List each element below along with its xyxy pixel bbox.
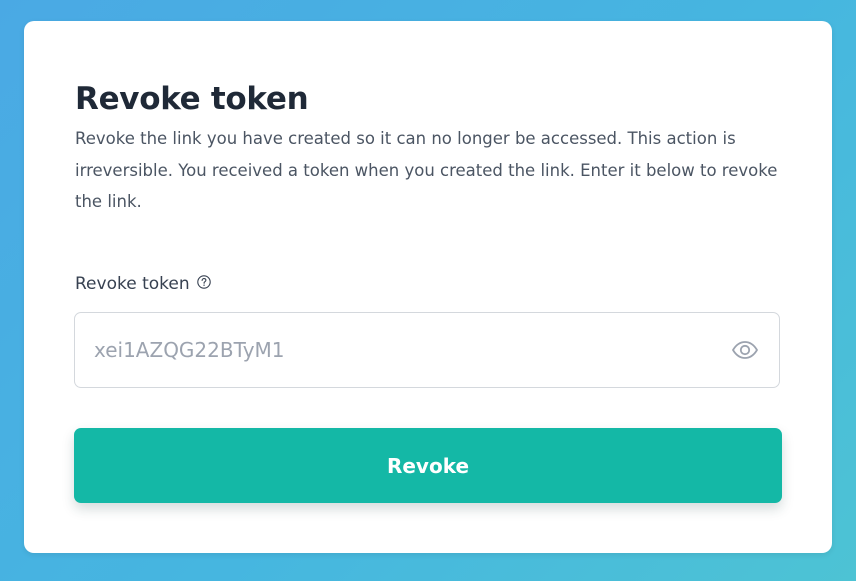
token-field-label-text: Revoke token [75,274,190,294]
token-input[interactable] [94,313,714,387]
page-description: Revoke the link you have created so it c… [75,129,778,211]
question-circle-icon[interactable] [196,271,211,289]
eye-icon[interactable] [731,338,759,362]
token-input-wrapper [74,312,780,388]
token-field-label: Revoke token [75,271,211,297]
page-title: Revoke token [75,81,309,117]
revoke-button[interactable]: Revoke [74,428,782,503]
revoke-token-card: Revoke token Revoke the link you have cr… [24,21,832,553]
